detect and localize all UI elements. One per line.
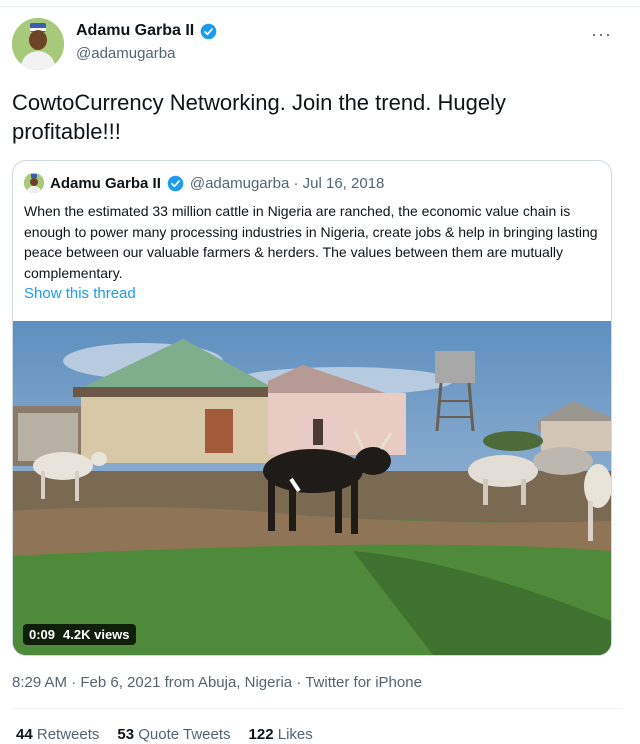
retweets-label: Retweets [36, 726, 100, 743]
likes-stat[interactable]: 122 Likes [249, 726, 313, 743]
retweets-count: 44 [16, 726, 33, 743]
tweet-timestamp[interactable]: 8:29 AM · Feb 6, 2021 from Abuja, Nigeri… [12, 674, 422, 691]
divider [12, 708, 622, 709]
author-name[interactable]: Adamu Garba II [76, 22, 194, 40]
quoted-tweet-text: When the estimated 33 million cattle in … [24, 203, 598, 281]
quoted-verified-badge-icon [167, 175, 184, 191]
quoted-author-name: Adamu Garba II [50, 174, 161, 192]
video-duration: 0:09 [29, 627, 56, 642]
likes-count: 122 [248, 726, 274, 743]
quoted-handle-date: @adamugarba · Jul 16, 2018 [189, 174, 385, 192]
top-border [0, 0, 640, 7]
author-handle[interactable]: @adamugarba [76, 45, 175, 62]
quote-tweets-label: Quote Tweets [138, 726, 231, 743]
author-avatar[interactable] [12, 18, 64, 70]
engagement-stats: 44 Retweets 53 Quote Tweets 122 Likes [16, 726, 313, 743]
more-options-icon[interactable]: ··· [591, 24, 612, 45]
tweet-text: CowtoCurrency Networking. Join the trend… [12, 90, 507, 144]
quoted-tweet[interactable]: Adamu Garba II @adamugarba · Jul 16, 201… [12, 160, 612, 656]
quote-tweets-count: 53 [117, 726, 135, 743]
quote-tweets-stat[interactable]: 53 Quote Tweets [117, 726, 230, 743]
video-thumbnail [13, 321, 611, 655]
quoted-author-avatar [24, 173, 44, 193]
video-views: 4.2K views [63, 627, 130, 642]
video-info-badge: 0:09 4.2K views [23, 624, 136, 645]
show-thread-link[interactable]: Show this thread [24, 285, 136, 302]
video-player[interactable]: 0:09 4.2K views [13, 321, 611, 655]
verified-badge-icon [200, 23, 217, 39]
retweets-stat[interactable]: 44 Retweets [16, 726, 99, 743]
likes-label: Likes [277, 726, 313, 743]
